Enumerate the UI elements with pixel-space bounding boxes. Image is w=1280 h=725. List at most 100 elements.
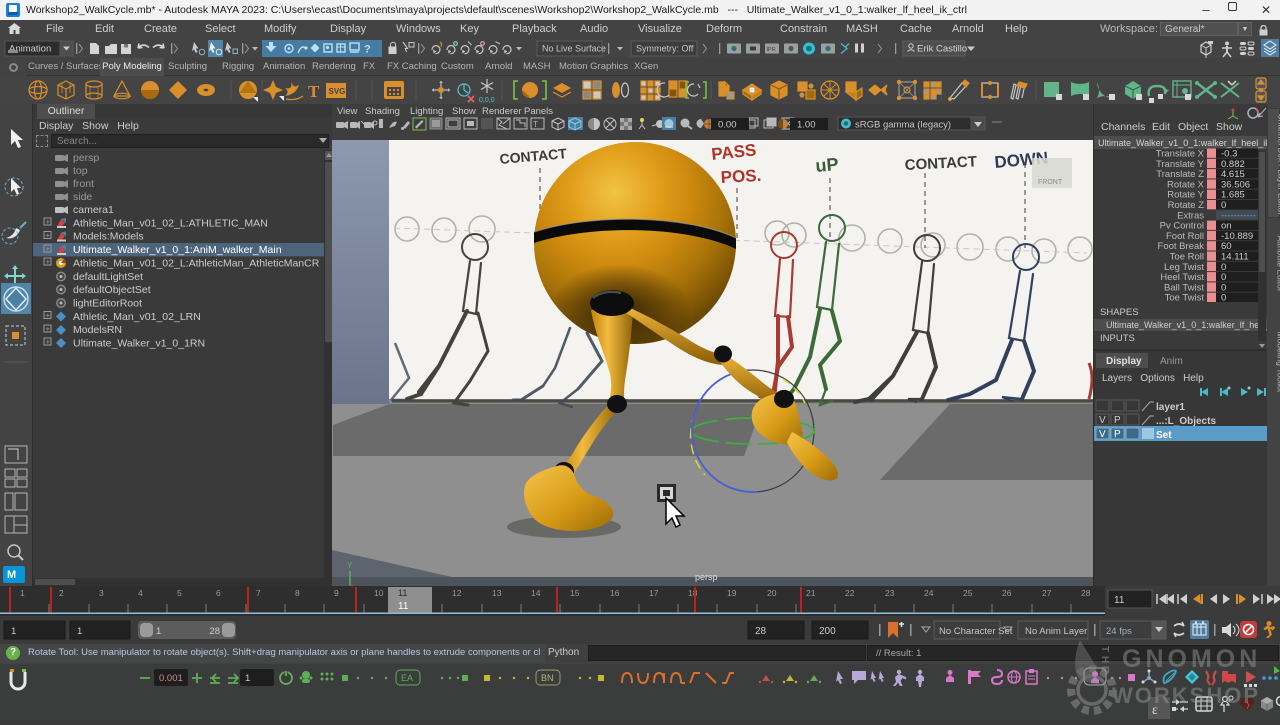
svg-text:Layers Options Help: Layers Options Help <box>1102 373 1204 384</box>
svg-text:side: side <box>73 191 92 203</box>
svg-text:FRONT: FRONT <box>1038 179 1063 186</box>
svg-text:No Anim Layer: No Anim Layer <box>1025 626 1087 637</box>
svg-text:21: 21 <box>806 588 816 598</box>
svg-text:Object: Object <box>1178 121 1208 133</box>
svg-text:Ultimate_Walker_v1_0_1:AniM_wa: Ultimate_Walker_v1_0_1:AniM_walker_Main <box>73 244 282 256</box>
svg-text:IPR: IPR <box>767 47 776 53</box>
svg-text:27: 27 <box>1042 588 1052 598</box>
svg-text:INPUTS: INPUTS <box>1100 333 1135 344</box>
svg-text:Renderer: Renderer <box>482 106 522 117</box>
svg-text:uP: uP <box>815 154 840 176</box>
svg-text:20: 20 <box>767 588 777 598</box>
svg-text:23: 23 <box>885 588 895 598</box>
svg-text:28: 28 <box>1081 588 1091 598</box>
svg-text:+: + <box>46 218 51 227</box>
svg-text:3: 3 <box>99 588 104 598</box>
svg-text:Set: Set <box>1156 430 1172 441</box>
svg-text:+: + <box>46 338 51 347</box>
svg-text:...:L_Objects: ...:L_Objects <box>1156 416 1216 427</box>
svg-text:Lighting: Lighting <box>410 106 443 117</box>
svg-text:Edit: Edit <box>1152 121 1170 133</box>
svg-text:1: 1 <box>156 626 161 637</box>
svg-text:top: top <box>73 165 88 177</box>
svg-text:P: P <box>1114 429 1121 440</box>
svg-text:WORKSHOP: WORKSHOP <box>1112 683 1260 708</box>
svg-text:SVG: SVG <box>329 87 346 96</box>
svg-text:1: 1 <box>77 626 82 637</box>
svg-text:M: M <box>7 569 16 581</box>
svg-text:+: + <box>46 311 51 320</box>
svg-text:Models:Models: Models:Models <box>73 231 144 243</box>
svg-text:25: 25 <box>963 588 973 598</box>
svg-text:Y: Y <box>347 561 353 570</box>
svg-text:Panels: Panels <box>524 106 553 117</box>
svg-text:15: 15 <box>570 588 580 598</box>
svg-text:16: 16 <box>610 588 620 598</box>
svg-text:No Live Surface: No Live Surface <box>542 44 606 54</box>
svg-text:9: 9 <box>334 588 339 598</box>
svg-text:13: 13 <box>492 588 502 598</box>
svg-text:SHAPES: SHAPES <box>1100 307 1139 318</box>
svg-text:0: 0 <box>1221 293 1226 304</box>
svg-text:7: 7 <box>256 588 261 598</box>
svg-text:19: 19 <box>727 588 737 598</box>
svg-text:0.001: 0.001 <box>159 673 183 684</box>
svg-text:P: P <box>1114 415 1121 426</box>
svg-text:No Character Set: No Character Set <box>939 626 1013 637</box>
svg-text:12: 12 <box>452 588 462 598</box>
svg-text:+: + <box>46 325 51 334</box>
svg-text:defaultLightSet: defaultLightSet <box>73 271 143 283</box>
svg-text:8: 8 <box>295 588 300 598</box>
svg-text:sRGB gamma (legacy): sRGB gamma (legacy) <box>855 120 951 131</box>
svg-text:18: 18 <box>688 588 698 598</box>
svg-text:200: 200 <box>819 626 836 637</box>
svg-text:T: T <box>1099 646 1110 652</box>
svg-text:1: 1 <box>245 673 250 684</box>
svg-text:persp: persp <box>695 572 718 582</box>
svg-text:defaultObjectSet: defaultObjectSet <box>73 284 151 296</box>
svg-text:6: 6 <box>216 588 221 598</box>
svg-text:V: V <box>1099 429 1106 440</box>
svg-text:front: front <box>73 178 94 190</box>
svg-text:V: V <box>1099 415 1106 426</box>
svg-text:1.00: 1.00 <box>797 120 816 131</box>
svg-text:2: 2 <box>59 588 64 598</box>
svg-text:Symmetry: Off: Symmetry: Off <box>636 44 694 54</box>
svg-text:E: E <box>1099 666 1110 673</box>
svg-text:11: 11 <box>398 588 407 598</box>
svg-text:22: 22 <box>845 588 855 598</box>
svg-text:Athletic_Man_v01_02_L:Athletic: Athletic_Man_v01_02_L:AthleticMan_Athlet… <box>73 258 320 270</box>
svg-text:0.00: 0.00 <box>718 120 737 131</box>
svg-text:T: T <box>533 120 538 129</box>
svg-text:ModelsRN: ModelsRN <box>73 324 122 336</box>
svg-text:View: View <box>337 106 358 117</box>
svg-text:Ultimate_Walker_v1_0_1:walker_: Ultimate_Walker_v1_0_1:walker_lf_heel_ik… <box>1098 138 1268 148</box>
svg-text:5: 5 <box>177 588 182 598</box>
svg-text:0,0,0: 0,0,0 <box>479 97 495 104</box>
svg-text:Display: Display <box>1106 356 1142 367</box>
svg-text:Athletic_Man_v01_02_LRN: Athletic_Man_v01_02_LRN <box>73 311 201 323</box>
svg-text:11: 11 <box>1114 595 1125 606</box>
svg-text:Toe Twist: Toe Twist <box>1165 293 1205 304</box>
svg-text:Erik Castillo: Erik Castillo <box>917 44 967 55</box>
svg-text:Anim: Anim <box>1160 356 1183 367</box>
svg-text:1: 1 <box>20 588 25 598</box>
svg-text:Ultimate_Walker_v1_0_1:walker_: Ultimate_Walker_v1_0_1:walker_lf_heel_ik… <box>1106 320 1268 330</box>
svg-text:Ultimate_Walker_v1_0_1RN: Ultimate_Walker_v1_0_1RN <box>73 338 205 350</box>
svg-text:14: 14 <box>531 588 541 598</box>
svg-text:28: 28 <box>209 626 220 637</box>
svg-text:H: H <box>1099 656 1110 663</box>
svg-text:24: 24 <box>924 588 934 598</box>
svg-text:17: 17 <box>649 588 659 598</box>
svg-text:+: + <box>46 258 51 267</box>
svg-text:26: 26 <box>1002 588 1012 598</box>
svg-text:1: 1 <box>11 626 16 637</box>
svg-text:+: + <box>46 245 51 254</box>
svg-text:BN: BN <box>541 673 554 683</box>
svg-text:Show: Show <box>452 106 476 117</box>
svg-text:POS.: POS. <box>720 166 762 187</box>
svg-text:T: T <box>308 82 320 101</box>
svg-text:EA: EA <box>401 673 413 683</box>
svg-text:Athletic_Man_v01_02_L:ATHLETIC: Athletic_Man_v01_02_L:ATHLETIC_MAN <box>73 218 268 230</box>
svg-text:28: 28 <box>755 626 767 637</box>
